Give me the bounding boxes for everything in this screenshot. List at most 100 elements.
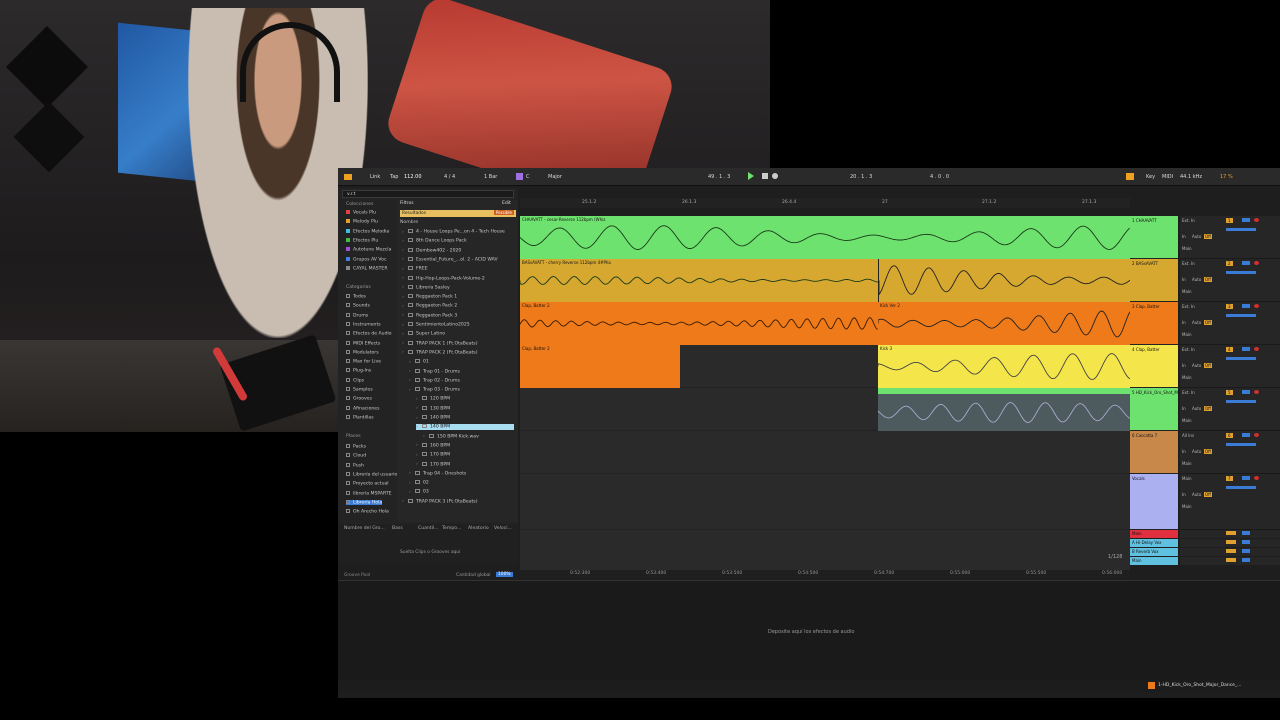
loop-length-field[interactable]: 4 . 0 . 0 bbox=[930, 174, 949, 180]
tap-button[interactable]: Tap bbox=[390, 174, 398, 180]
monitor-in-button[interactable]: In bbox=[1182, 234, 1186, 239]
track-header[interactable]: 3 Clap, Batter bbox=[1130, 302, 1178, 345]
tree-item[interactable]: › Dembow402 - 2020 bbox=[402, 247, 461, 253]
audio-clip[interactable]: Clap, Batter 2 bbox=[520, 345, 680, 388]
return-track-name[interactable]: B Reverb Vox bbox=[1132, 549, 1158, 554]
audio-clip[interactable]: HD_Kick_Oro_Shot_Major_Dance_02_E bbox=[878, 388, 1130, 431]
track-activator[interactable]: 1 bbox=[1226, 218, 1233, 223]
browser-search-input[interactable]: v.r.t bbox=[342, 190, 514, 198]
arm-record-icon[interactable] bbox=[1254, 476, 1259, 480]
track-lane[interactable] bbox=[520, 431, 1130, 474]
category-item[interactable]: MIDI Effects bbox=[346, 340, 380, 346]
category-item[interactable]: Todos bbox=[346, 294, 366, 300]
track-header[interactable]: 1 CHAAVATT bbox=[1130, 216, 1178, 259]
tree-item[interactable]: › Trap 04 - Oneshots bbox=[409, 470, 466, 476]
monitor-auto-button[interactable]: Auto bbox=[1192, 234, 1201, 239]
collection-item[interactable]: Melody Plu bbox=[346, 219, 378, 225]
device-drop-zone[interactable]: Deposite aquí los efectos de audio bbox=[338, 580, 1280, 690]
monitor-off-button[interactable]: Off bbox=[1204, 277, 1212, 282]
link-button[interactable]: Link bbox=[370, 174, 380, 180]
output-select[interactable]: Main bbox=[1182, 246, 1192, 251]
key-map-icon[interactable] bbox=[1126, 173, 1134, 180]
monitor-in-button[interactable]: In bbox=[1182, 449, 1186, 454]
return-track-header[interactable]: Main bbox=[1130, 530, 1178, 538]
tree-item[interactable]: › 02 bbox=[409, 480, 429, 486]
arm-record-icon[interactable] bbox=[1254, 304, 1259, 308]
category-item[interactable]: Max for Live bbox=[346, 359, 381, 365]
track-activator[interactable]: 3 bbox=[1226, 304, 1233, 309]
track-name[interactable]: 1 CHAAVATT bbox=[1132, 218, 1157, 223]
quantize-select[interactable]: 1 Bar bbox=[484, 174, 497, 180]
midi-label[interactable]: MIDI bbox=[1162, 174, 1173, 180]
place-item[interactable]: Oh Arecho Hola bbox=[346, 509, 389, 515]
tree-item[interactable]: › 8th Dance Loops Pack bbox=[402, 238, 467, 244]
tree-item[interactable]: › 03 bbox=[409, 489, 429, 495]
volume-slider[interactable] bbox=[1226, 357, 1256, 360]
collection-item[interactable]: Efectos Melodia bbox=[346, 228, 389, 234]
solo-button[interactable] bbox=[1242, 304, 1250, 308]
time-signature-field[interactable]: 4 / 4 bbox=[444, 174, 455, 180]
collection-item[interactable]: Efectos Plu bbox=[346, 237, 378, 243]
category-item[interactable]: Samples bbox=[346, 387, 373, 393]
monitor-in-button[interactable]: In bbox=[1182, 492, 1186, 497]
monitor-off-button[interactable]: Off bbox=[1204, 363, 1212, 368]
name-column-header[interactable]: Nombre bbox=[400, 220, 418, 225]
audio-clip[interactable]: Clap, Batter 2 bbox=[520, 302, 878, 345]
place-item[interactable]: Push bbox=[346, 462, 364, 468]
tree-item[interactable]: › 140 BPM bbox=[416, 415, 450, 421]
solo-button[interactable] bbox=[1242, 261, 1250, 265]
category-item[interactable]: Modulators bbox=[346, 349, 379, 355]
input-type-select[interactable]: Ext. In bbox=[1182, 261, 1195, 266]
return-activator[interactable] bbox=[1226, 549, 1236, 553]
place-item[interactable]: Cloud bbox=[346, 453, 366, 459]
track-lane[interactable]: HD_Kick_Oro_Shot_Major_Dance_02_E bbox=[520, 388, 1130, 431]
monitor-auto-button[interactable]: Auto bbox=[1192, 277, 1201, 282]
arm-record-icon[interactable] bbox=[1254, 390, 1259, 394]
track-header[interactable]: 6 Cascatta 7 bbox=[1130, 431, 1178, 474]
monitor-off-button[interactable]: Off bbox=[1204, 492, 1212, 497]
tree-item[interactable]: › 120 BPM bbox=[416, 396, 450, 402]
tree-item[interactable]: › FREE bbox=[402, 266, 428, 272]
tree-item[interactable]: › 130 BPM bbox=[416, 405, 450, 411]
monitor-in-button[interactable]: In bbox=[1182, 363, 1186, 368]
tree-item[interactable]: › Trap 03 - Drums bbox=[409, 387, 460, 393]
tree-item[interactable]: › 150 BPM Kick.wav bbox=[423, 433, 479, 439]
audio-clip[interactable]: Kick Ver 2 bbox=[878, 302, 1130, 345]
edit-button[interactable]: Edit bbox=[502, 201, 511, 206]
output-select[interactable]: Main bbox=[1182, 418, 1192, 423]
tree-item[interactable]: › SentimientoLatino2025 bbox=[402, 322, 470, 328]
solo-button[interactable] bbox=[1242, 433, 1250, 437]
category-item[interactable]: Efectos de Audio bbox=[346, 331, 392, 337]
solo-button[interactable] bbox=[1242, 390, 1250, 394]
groove-column-header[interactable]: Veloci... bbox=[494, 526, 512, 531]
collection-item[interactable]: Grupos AV Voc bbox=[346, 256, 387, 262]
results-tag[interactable]: Possible bbox=[493, 210, 514, 215]
track-name[interactable]: 2 BASsAVATT bbox=[1132, 261, 1158, 266]
category-item[interactable]: Clips bbox=[346, 377, 364, 383]
category-item[interactable]: Drums bbox=[346, 312, 368, 318]
return-activator[interactable] bbox=[1226, 531, 1236, 535]
output-select[interactable]: Main bbox=[1182, 375, 1192, 380]
volume-slider[interactable] bbox=[1226, 228, 1256, 231]
track-lane[interactable]: Clap, Batter 2 Kick Ver 2 bbox=[520, 302, 1130, 345]
solo-button[interactable] bbox=[1242, 549, 1250, 553]
arm-record-icon[interactable] bbox=[1254, 218, 1259, 222]
tree-item[interactable]: › 170 BPM bbox=[416, 461, 450, 467]
track-header[interactable]: 2 BASsAVATT bbox=[1130, 259, 1178, 302]
volume-slider[interactable] bbox=[1226, 314, 1256, 317]
play-icon[interactable] bbox=[748, 172, 754, 180]
return-track-header[interactable]: A Hi-Delay Vox bbox=[1130, 539, 1178, 547]
solo-button[interactable] bbox=[1242, 531, 1250, 535]
tree-item[interactable]: › 170 BPM bbox=[416, 452, 450, 458]
arm-record-icon[interactable] bbox=[1254, 347, 1259, 351]
return-activator[interactable] bbox=[1226, 540, 1236, 544]
volume-slider[interactable] bbox=[1226, 400, 1256, 403]
tree-item[interactable]: › 160 BPM bbox=[416, 442, 450, 448]
arm-record-icon[interactable] bbox=[1254, 261, 1259, 265]
output-select[interactable]: Main bbox=[1182, 332, 1192, 337]
tree-item[interactable]: › TRAP PACK 3 (Ft.OtaBeats) bbox=[402, 498, 478, 504]
return-track-name[interactable]: Main bbox=[1132, 531, 1142, 536]
tree-item[interactable]: › Reggaeton Pack 2 bbox=[402, 303, 457, 309]
track-name[interactable]: 3 Clap, Batter bbox=[1132, 304, 1160, 309]
return-track-header[interactable]: Main bbox=[1130, 557, 1178, 565]
